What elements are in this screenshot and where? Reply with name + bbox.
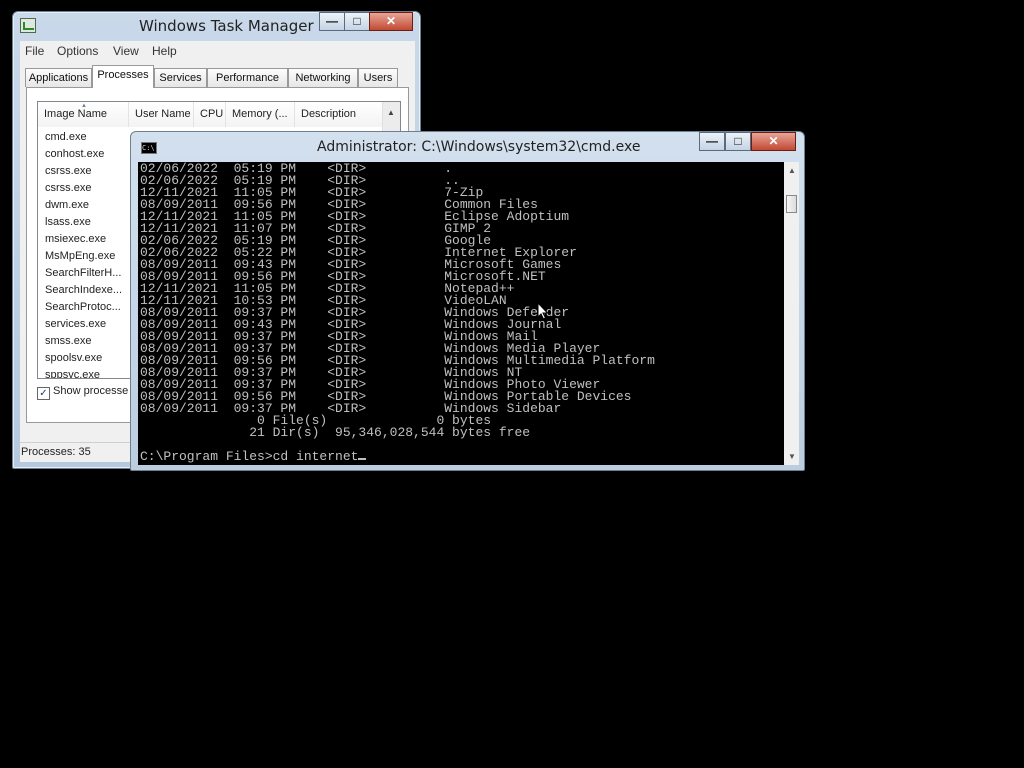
column-cpu[interactable]: CPU xyxy=(194,102,226,127)
process-row[interactable]: csrss.exe xyxy=(45,182,91,194)
process-row[interactable]: spoolsv.exe xyxy=(45,352,102,364)
tab-networking[interactable]: Networking xyxy=(288,68,358,87)
maximize-icon[interactable]: □ xyxy=(344,12,370,31)
process-row[interactable]: cmd.exe xyxy=(45,131,87,143)
process-row[interactable]: smss.exe xyxy=(45,335,91,347)
minimize-icon[interactable]: — xyxy=(319,12,345,31)
tab-applications[interactable]: Applications xyxy=(25,68,92,87)
task-manager-icon xyxy=(20,18,36,33)
process-row[interactable]: SearchIndexe... xyxy=(45,284,122,296)
scroll-down-icon[interactable]: ▼ xyxy=(788,452,796,461)
mouse-pointer-icon xyxy=(537,302,549,320)
task-manager-menubar: File Options View Help xyxy=(20,41,415,61)
maximize-icon[interactable]: □ xyxy=(725,132,751,151)
tab-performance[interactable]: Performance xyxy=(207,68,288,87)
scroll-thumb[interactable] xyxy=(786,195,797,213)
show-processes-checkbox[interactable]: ✓ xyxy=(37,387,50,400)
sort-ascending-icon: ▲ xyxy=(81,103,87,109)
task-manager-title: Windows Task Manager xyxy=(139,17,314,35)
console-line: C:\Program Files>cd internet xyxy=(140,450,655,463)
process-row[interactable]: SearchFilterH... xyxy=(45,267,121,279)
cmd-icon: C:\ xyxy=(141,142,157,154)
process-row[interactable]: SearchProtoc... xyxy=(45,301,121,313)
menu-view[interactable]: View xyxy=(113,44,139,58)
menu-options[interactable]: Options xyxy=(57,44,98,58)
text-cursor xyxy=(358,458,367,460)
column-description[interactable]: Description xyxy=(295,102,383,127)
column-image-name[interactable]: ▲ Image Name xyxy=(38,102,129,127)
cmd-window[interactable]: C:\ Administrator: C:\Windows\system32\c… xyxy=(130,131,805,471)
task-manager-titlebar[interactable]: Windows Task Manager — □ ✕ xyxy=(13,12,420,40)
console-scrollbar[interactable]: ▲ ▼ xyxy=(784,162,799,465)
process-row[interactable]: msiexec.exe xyxy=(45,233,106,245)
tab-users[interactable]: Users xyxy=(358,68,398,87)
process-count: Processes: 35 xyxy=(21,446,91,458)
scroll-up-icon[interactable]: ▲ xyxy=(788,166,796,175)
process-row[interactable]: services.exe xyxy=(45,318,106,330)
menu-help[interactable]: Help xyxy=(152,44,177,58)
console-line: 21 Dir(s) 95,346,028,544 bytes free xyxy=(140,425,531,440)
minimize-icon[interactable]: — xyxy=(699,132,725,151)
process-row[interactable]: conhost.exe xyxy=(45,148,104,160)
process-row[interactable]: dwm.exe xyxy=(45,199,89,211)
process-row[interactable]: csrss.exe xyxy=(45,165,91,177)
column-user-name[interactable]: User Name xyxy=(129,102,194,127)
close-icon[interactable]: ✕ xyxy=(751,132,796,151)
menu-file[interactable]: File xyxy=(25,44,44,58)
process-row[interactable]: MsMpEng.exe xyxy=(45,250,115,262)
tab-processes[interactable]: Processes xyxy=(92,65,154,88)
process-row[interactable]: lsass.exe xyxy=(45,216,91,228)
column-label: Image Name xyxy=(44,108,107,120)
tab-services[interactable]: Services xyxy=(154,68,207,87)
show-processes-label: Show processe xyxy=(53,385,129,397)
console-output[interactable]: 02/06/2022 05:19 PM <DIR> . 02/06/2022 05… xyxy=(138,162,784,465)
cmd-title: Administrator: C:\Windows\system32\cmd.e… xyxy=(317,139,641,155)
process-row[interactable]: sppsvc.exe xyxy=(45,369,100,378)
scroll-up-icon[interactable]: ▲ xyxy=(387,108,395,117)
close-icon[interactable]: ✕ xyxy=(369,12,413,31)
column-memory[interactable]: Memory (... xyxy=(226,102,295,127)
